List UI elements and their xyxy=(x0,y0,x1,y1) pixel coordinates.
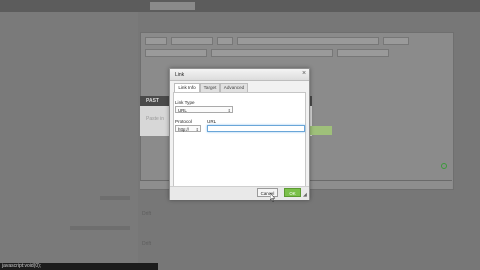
toolbar-group[interactable] xyxy=(171,37,213,45)
form-label xyxy=(100,196,130,200)
nav-tab-9[interactable] xyxy=(372,2,402,10)
protocol-label: Protocol xyxy=(175,119,192,124)
toolbar-group[interactable] xyxy=(145,49,207,57)
ok-button[interactable]: OK xyxy=(284,188,301,197)
nav-tab-2[interactable] xyxy=(70,2,108,10)
nav-tab-1[interactable] xyxy=(20,2,58,10)
resize-handle-icon[interactable]: ◢ xyxy=(303,193,308,198)
toolbar-group[interactable] xyxy=(217,37,233,45)
toolbar-group[interactable] xyxy=(237,37,379,45)
toolbar-group[interactable] xyxy=(211,49,333,57)
mouse-cursor-icon xyxy=(270,193,276,202)
toolbar-group[interactable] xyxy=(337,49,389,57)
link-type-label: Link Type xyxy=(175,100,195,105)
left-column xyxy=(0,12,138,270)
close-icon[interactable]: × xyxy=(300,70,308,78)
url-input[interactable] xyxy=(207,125,305,132)
nav-tab-6[interactable] xyxy=(256,2,280,10)
paste-panel-title: PAST xyxy=(146,98,159,104)
paste-panel-hint: Paste in xyxy=(146,116,165,122)
link-type-value: URL xyxy=(178,108,187,113)
form-label xyxy=(70,226,130,230)
dialog-title: Link xyxy=(175,72,185,78)
link-type-select[interactable]: URL ⇕ xyxy=(175,106,233,113)
dialog-titlebar[interactable] xyxy=(170,69,309,81)
url-label: URL xyxy=(207,119,217,124)
nav-tab-active[interactable] xyxy=(150,2,195,10)
protocol-select[interactable]: http:// ⇕ xyxy=(175,125,201,132)
select-arrows-icon: ⇕ xyxy=(195,127,199,132)
nav-tab-5[interactable] xyxy=(212,2,250,10)
toolbar-group[interactable] xyxy=(145,37,167,45)
browser-status-bar: javascript:void(0); xyxy=(0,263,158,270)
nav-tab-8[interactable] xyxy=(328,2,364,10)
form-value: Drift xyxy=(142,241,152,247)
paste-ok-button[interactable] xyxy=(310,126,332,135)
select-arrows-icon: ⇕ xyxy=(227,108,231,113)
status-dot-icon xyxy=(441,163,447,169)
protocol-value: http:// xyxy=(178,127,189,132)
top-navigation xyxy=(0,0,480,12)
link-dialog: Link × Link Info Target Advanced Link Ty… xyxy=(169,68,310,200)
nav-tab-3[interactable] xyxy=(118,2,140,10)
toolbar-group[interactable] xyxy=(383,37,409,45)
form-value: Drift xyxy=(142,211,152,217)
nav-tab-7[interactable] xyxy=(290,2,322,10)
